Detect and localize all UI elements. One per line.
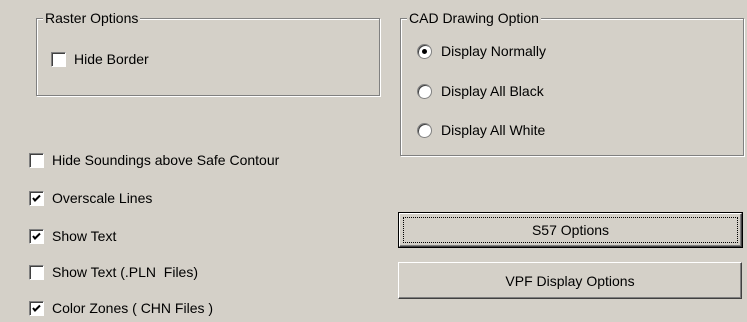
color-zones-label: Color Zones ( CHN Files ) [52,300,214,316]
radio-display-normally[interactable]: Display Normally [417,43,546,59]
focus-rect [403,217,738,243]
color-zones-checkbox[interactable] [29,300,44,316]
hide-border-label: Hide Border [74,51,149,67]
radio-display-all-black-label: Display All Black [441,83,544,99]
show-text-checkbox[interactable] [29,228,44,244]
radio-display-normally-label: Display Normally [441,43,547,59]
hide-soundings-checkbox[interactable] [29,152,44,168]
overscale-lines-option[interactable]: Overscale Lines [29,190,152,206]
checkmark-icon [32,304,41,312]
show-text-pln-label: Show Text (.PLN Files) [52,264,199,280]
overscale-lines-checkbox[interactable] [29,190,44,206]
hide-soundings-label: Hide Soundings above Safe Contour [52,152,280,168]
radio-display-all-black-button[interactable] [417,83,432,99]
radio-display-all-white-button[interactable] [417,122,432,138]
show-text-option[interactable]: Show Text [29,228,116,244]
show-text-pln-option[interactable]: Show Text (.PLN Files) [29,264,198,280]
overscale-lines-label: Overscale Lines [52,190,153,206]
radio-display-all-white-label: Display All White [441,122,546,138]
s57-options-button[interactable]: S57 Options [398,212,743,248]
cad-drawing-option-title: CAD Drawing Option [407,10,541,26]
vpf-display-options-button[interactable]: VPF Display Options [398,262,742,299]
radio-display-all-black[interactable]: Display All Black [417,83,544,99]
radio-display-all-white[interactable]: Display All White [417,122,545,138]
checkmark-icon [32,232,41,240]
cad-drawing-option-group: CAD Drawing Option Display Normally Disp… [400,10,744,156]
vpf-display-options-label: VPF Display Options [505,272,635,289]
raster-options-title: Raster Options [43,10,141,26]
checkmark-icon [32,194,41,202]
hide-border-checkbox[interactable] [51,51,66,67]
radio-selected-dot [422,48,427,54]
hide-soundings-option[interactable]: Hide Soundings above Safe Contour [29,152,279,168]
show-text-pln-checkbox[interactable] [29,264,44,280]
color-zones-option[interactable]: Color Zones ( CHN Files ) [29,300,213,316]
radio-display-normally-button[interactable] [417,43,432,59]
show-text-label: Show Text [52,228,117,244]
raster-options-group: Raster Options Hide Border [36,10,380,96]
hide-border-option[interactable]: Hide Border [51,51,149,67]
